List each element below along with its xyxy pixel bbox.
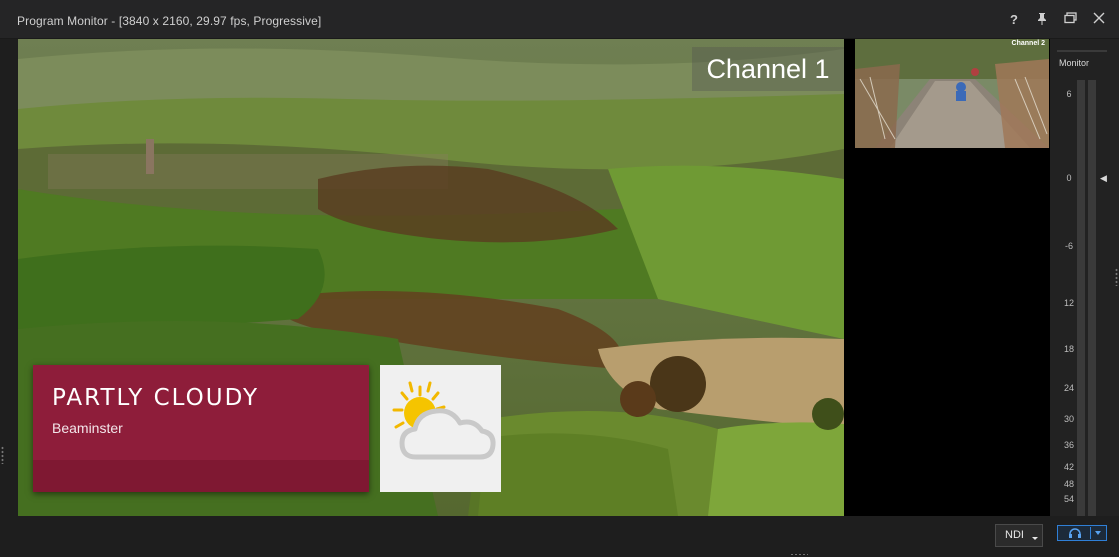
button-divider	[1090, 527, 1091, 539]
window-title: Program Monitor - [3840 x 2160, 29.97 fp…	[17, 14, 322, 28]
meter-divider	[1057, 50, 1107, 52]
audio-meter-panel: Monitor 6 0 -6 12 18 24 30 36 42 48 54 ◀	[1050, 39, 1119, 516]
output-select[interactable]: NDI	[995, 524, 1043, 547]
meter-scale-tick: 30	[1063, 414, 1074, 424]
meter-scale-tick: 0	[1066, 173, 1072, 183]
program-viewport[interactable]: Channel 1 PARTLY CLOUDY Beaminster	[18, 39, 844, 516]
meter-scale-tick: 48	[1063, 479, 1074, 489]
channel-2-label: Channel 2	[1011, 40, 1045, 47]
resize-grip-right[interactable]	[1115, 268, 1118, 286]
meter-label: Monitor	[1059, 58, 1090, 68]
help-button[interactable]: ?	[1006, 12, 1022, 28]
meter-bar-right	[1088, 80, 1096, 516]
pin-icon[interactable]	[1034, 12, 1050, 28]
title-bar: Program Monitor - [3840 x 2160, 29.97 fp…	[0, 0, 1119, 39]
weather-card	[380, 365, 501, 492]
meter-scale-tick: -6	[1064, 241, 1073, 251]
close-icon[interactable]	[1091, 12, 1107, 28]
bottom-toolbar: NDI	[0, 516, 1119, 557]
headphones-icon	[1069, 528, 1081, 538]
lower-third-subtitle: Beaminster	[52, 420, 123, 436]
channel-1-label: Channel 1	[692, 47, 844, 91]
partly-cloudy-icon	[392, 381, 496, 460]
meter-scale-tick: 42	[1063, 462, 1074, 472]
channel-2-image	[855, 39, 1049, 148]
resize-grip-bottom[interactable]	[790, 553, 808, 556]
output-select-value: NDI	[1005, 529, 1024, 541]
chevron-down-icon	[1032, 537, 1038, 540]
meter-scale-tick: 54	[1063, 494, 1074, 504]
chevron-down-icon[interactable]	[1095, 531, 1101, 535]
meter-level-marker-icon[interactable]: ◀	[1100, 173, 1107, 184]
restore-icon[interactable]	[1062, 12, 1078, 28]
lower-third-graphic: PARTLY CLOUDY Beaminster	[33, 365, 369, 492]
channel-2-preview[interactable]: Channel 2	[855, 39, 1049, 148]
resize-grip-left[interactable]	[1, 446, 4, 464]
lower-third-headline: PARTLY CLOUDY	[52, 385, 260, 411]
meter-scale-tick: 18	[1063, 344, 1074, 354]
lower-third-band	[33, 460, 369, 492]
audio-monitor-button[interactable]	[1057, 525, 1107, 541]
meter-scale-tick: 6	[1066, 89, 1072, 99]
meter-scale-tick: 12	[1063, 298, 1074, 308]
meter-scale-tick: 24	[1063, 383, 1074, 393]
meter-scale-tick: 36	[1063, 440, 1074, 450]
